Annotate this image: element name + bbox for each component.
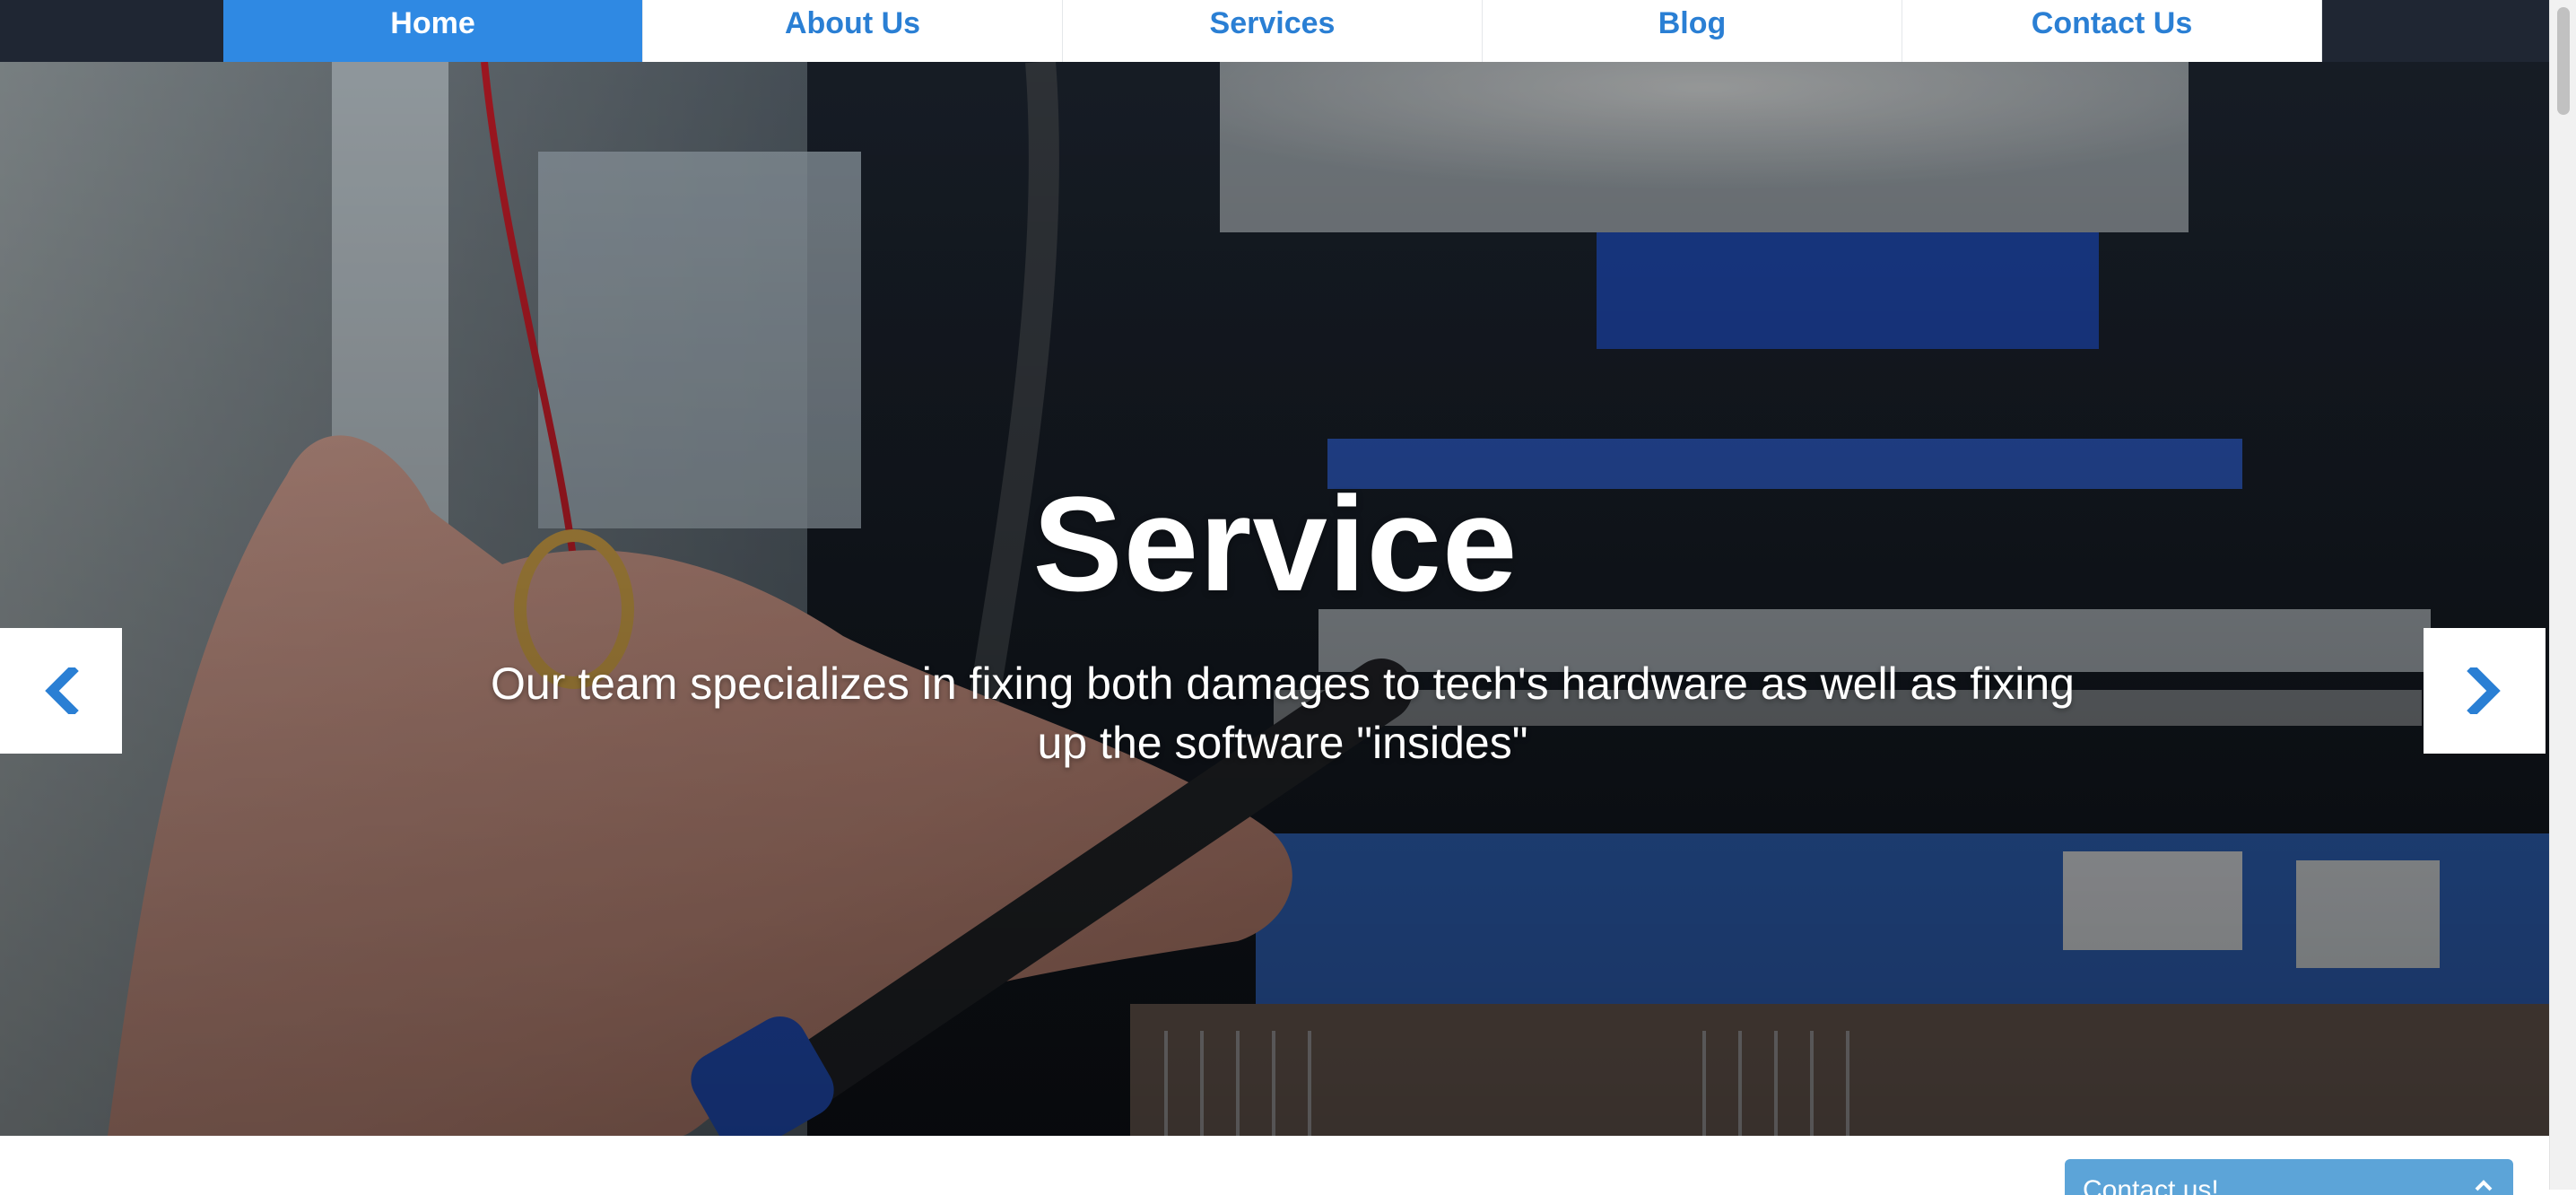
nav-item-home[interactable]: Home — [223, 0, 643, 62]
contact-widget-tab[interactable]: Contact us! — [2065, 1159, 2513, 1195]
main-navigation: Home About Us Services Blog Contact Us — [223, 0, 2322, 62]
hero-description: Our team specializes in fixing both dama… — [491, 659, 2075, 768]
scrollbar-thumb[interactable] — [2557, 7, 2570, 115]
page-scrollbar[interactable] — [2549, 0, 2576, 1190]
chevron-left-icon — [45, 667, 79, 714]
slider-next-button[interactable] — [2424, 628, 2546, 754]
contact-widget-label: Contact us! — [2083, 1175, 2219, 1195]
hero-title: Service — [1032, 468, 1519, 619]
nav-item-services[interactable]: Services — [1063, 0, 1483, 62]
nav-item-about-us[interactable]: About Us — [643, 0, 1063, 62]
nav-item-blog[interactable]: Blog — [1483, 0, 1902, 62]
chevron-right-icon — [2467, 667, 2501, 714]
nav-item-contact-us[interactable]: Contact Us — [1902, 0, 2322, 62]
slider-prev-button[interactable] — [0, 628, 122, 754]
hero-slider: Service Our team specializes in fixing b… — [0, 62, 2549, 1136]
